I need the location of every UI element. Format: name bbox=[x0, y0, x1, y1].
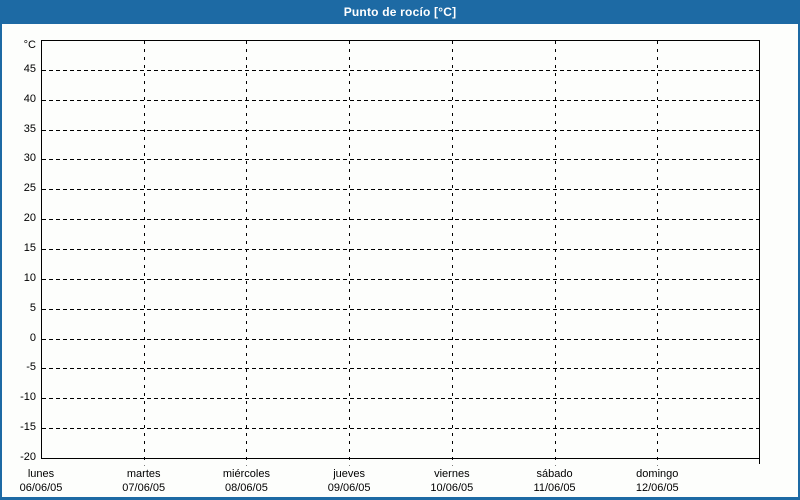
y-tick-label: 25 bbox=[23, 182, 36, 194]
x-axis-date-label: 10/06/05 bbox=[430, 482, 474, 494]
x-axis-day-label: viernes bbox=[434, 468, 470, 480]
chart-window: Punto de rocío [°C] °C 45 40 35 30 25 20 15 10 5… bbox=[0, 0, 800, 500]
y-tick-label: 5 bbox=[29, 302, 36, 314]
y-tick-label: 30 bbox=[23, 152, 36, 164]
x-axis-day-label: miércoles bbox=[222, 468, 270, 480]
x-axis-date-label: 07/06/05 bbox=[122, 482, 166, 494]
y-tick-label: -10 bbox=[20, 391, 36, 403]
y-tick-label: 20 bbox=[23, 212, 36, 224]
y-tick-label: 0 bbox=[29, 332, 36, 344]
y-tick-label: -15 bbox=[20, 421, 36, 433]
y-tick-label: -20 bbox=[20, 451, 36, 463]
y-tick-label: 35 bbox=[23, 123, 36, 135]
x-axis-day-label: jueves bbox=[333, 468, 366, 480]
y-tick-label: 45 bbox=[23, 63, 36, 75]
x-axis-day-label: martes bbox=[126, 468, 161, 480]
y-tick-label: -5 bbox=[26, 361, 36, 373]
x-axis-date-label: 08/06/05 bbox=[225, 482, 268, 494]
x-axis-day-label: sábado bbox=[536, 468, 573, 480]
y-tick-label: 15 bbox=[23, 242, 36, 254]
x-axis-date-label: 06/06/05 bbox=[19, 482, 63, 494]
plot-grid bbox=[41, 40, 760, 466]
x-axis-date-label: 09/06/05 bbox=[327, 482, 371, 494]
y-tick-label: 10 bbox=[23, 272, 36, 284]
x-axis-date-label: 12/06/05 bbox=[635, 482, 679, 494]
x-axis-day-label: domingo bbox=[636, 468, 679, 480]
plot-region: °C 45 40 35 30 25 20 15 10 5 0 -5 -10 -15 -20 lunes 06… bbox=[2, 2, 798, 497]
y-axis-unit-label: °C bbox=[23, 39, 36, 51]
x-axis-date-label: 11/06/05 bbox=[533, 482, 576, 494]
y-tick-label: 40 bbox=[23, 93, 36, 105]
x-axis-day-label: lunes bbox=[27, 468, 55, 480]
